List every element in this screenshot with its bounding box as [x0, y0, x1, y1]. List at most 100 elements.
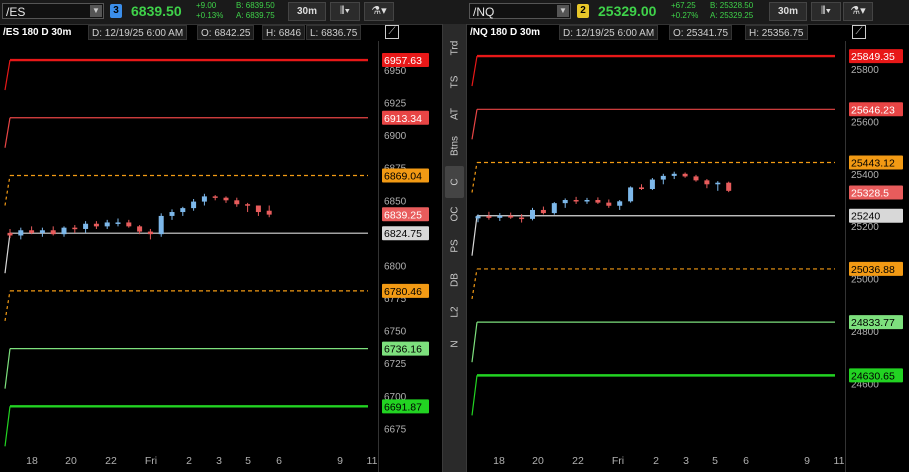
candle-body	[29, 230, 35, 233]
candle-body	[50, 230, 56, 235]
candle-body	[584, 200, 590, 202]
studies-flask-icon[interactable]: ⚗▾	[364, 2, 394, 21]
candle-body	[660, 175, 666, 180]
x-tick-label: 11	[367, 455, 378, 467]
candle-body	[508, 215, 514, 218]
sidebar-tab-label: DB	[449, 273, 460, 287]
level-tag-text: 25443.12	[851, 158, 895, 170]
candle-body	[649, 179, 655, 189]
y-tick-label: 6925	[384, 99, 407, 110]
candle-body	[540, 209, 546, 214]
level-price-tag: 25240	[849, 208, 903, 223]
level-price-tag: 6736.16	[382, 341, 429, 356]
candle-style-icon[interactable]: ⫴▾	[811, 2, 841, 21]
candle-body	[562, 200, 568, 204]
y-tick-label: 6900	[384, 131, 407, 142]
candle-body	[595, 200, 601, 203]
sidebar-tab-ts[interactable]: TS	[445, 66, 464, 98]
level-tag-text: 6736.16	[384, 344, 422, 356]
es-open-field: O: 6842.25	[197, 25, 255, 40]
sidebar-tab-db[interactable]: DB	[445, 264, 464, 296]
nq-ask: A: 25329.25	[710, 11, 754, 20]
level-price-tag: 6839.25	[382, 207, 429, 222]
candle-body	[83, 223, 89, 229]
level-price-tag: 6824.75	[382, 226, 429, 241]
candle-body	[169, 212, 175, 216]
es-price-chart[interactable]: 6950692569006875685068256800677567506725…	[0, 41, 442, 472]
candle-body	[180, 208, 186, 213]
es-change-value: +9.00	[196, 1, 217, 10]
sidebar-tab-label: L2	[449, 306, 460, 318]
candle-body	[475, 216, 481, 219]
level-price-tag: 25328.5	[849, 185, 903, 200]
level-tag-text: 6824.75	[384, 228, 422, 240]
y-tick-label: 25600	[851, 117, 879, 128]
level-price-tag: 25443.12	[849, 155, 903, 170]
es-symbol-input[interactable]: /ES ▼	[2, 3, 104, 19]
nq-chart-header: /NQ 180 D 30m D: 12/19/25 6:00 AM O: 253…	[467, 24, 845, 41]
level-tag-text: 25240	[851, 211, 880, 223]
es-last-price: 6839.50	[131, 3, 182, 19]
candle-body	[126, 222, 132, 227]
sidebar-tab-label: N	[449, 340, 460, 348]
x-tick-label: 9	[804, 455, 810, 467]
sidebar-tab-c[interactable]: C	[445, 166, 464, 198]
candle-body	[486, 216, 492, 218]
candle-body	[639, 187, 644, 189]
candle-body	[61, 227, 67, 235]
nq-last-price: 25329.00	[598, 3, 657, 19]
candle-body	[617, 201, 623, 206]
es-change-pct: +0.13%	[196, 11, 224, 20]
axis-settings-icon[interactable]: ⟋	[852, 25, 866, 39]
x-tick-label: 11	[834, 455, 845, 467]
candle-body	[191, 201, 197, 209]
es-timeframe-button[interactable]: 30m	[288, 2, 326, 21]
sidebar-tab-at[interactable]: AT	[445, 98, 464, 130]
level-tag-text: 6691.87	[384, 401, 422, 413]
candle-body	[530, 209, 535, 219]
sidebar-tab-btns[interactable]: Btns	[445, 130, 464, 162]
x-tick-label: 5	[245, 455, 251, 467]
level-price-tag: 25849.35	[849, 49, 903, 64]
nq-price-chart[interactable]: 2580025600254002520025000248002460018 20 2…	[467, 41, 909, 472]
y-tick-label: 6950	[384, 66, 407, 77]
x-tick-label: 2	[186, 455, 192, 467]
y-tick-label: 25000	[851, 275, 879, 286]
chevron-down-icon[interactable]: ▼	[557, 5, 569, 17]
studies-flask-icon[interactable]: ⚗▾	[843, 2, 873, 21]
level-tag-text: 6869.04	[384, 170, 422, 182]
sidebar-tab-trd[interactable]: Trd	[445, 32, 464, 64]
nq-symbol-input[interactable]: /NQ ▼	[469, 3, 571, 19]
x-tick-label: 18	[26, 455, 38, 467]
level-tag-text: 6957.63	[384, 55, 422, 67]
candle-body	[255, 205, 261, 213]
right-sidebar: Trd TS AT Btns C OC PS DB L2 N	[442, 24, 467, 472]
y-tick-label: 25400	[851, 170, 879, 181]
candle-body	[93, 223, 99, 227]
sidebar-tab-n[interactable]: N	[445, 328, 464, 360]
nq-timeframe-button[interactable]: 30m	[769, 2, 807, 21]
chevron-down-icon[interactable]: ▼	[90, 5, 102, 17]
sidebar-tab-label: PS	[449, 239, 460, 253]
candle-style-icon[interactable]: ⫴▾	[330, 2, 360, 21]
nq-bid-ask: B: 25328.50 A: 25329.25	[710, 1, 753, 21]
candle-body	[72, 227, 78, 230]
level-price-tag: 6780.46	[382, 283, 429, 298]
candle-body	[245, 204, 251, 206]
sidebar-tab-oc[interactable]: OC	[445, 198, 464, 230]
sidebar-tab-label: C	[449, 178, 460, 186]
es-link-badge[interactable]: 3	[110, 4, 122, 18]
sidebar-tab-l2[interactable]: L2	[445, 296, 464, 328]
nq-change-pct: +0.27%	[671, 11, 699, 20]
axis-settings-icon[interactable]: ⟋	[385, 25, 399, 39]
nq-link-badge[interactable]: 2	[577, 4, 589, 18]
nq-chart-pane: /NQ ▼ 2 25329.00 +67.25 +0.27% B: 25328.50…	[467, 0, 909, 472]
candle-body	[497, 215, 503, 218]
sidebar-tab-label: AT	[449, 107, 460, 121]
level-price-tag: 6957.63	[382, 53, 429, 68]
candle-body	[223, 197, 229, 201]
candle-body	[137, 226, 143, 232]
level-tag-text: 25036.88	[851, 264, 895, 276]
nq-date-field: D: 12/19/25 6:00 AM	[559, 25, 659, 40]
sidebar-tab-ps[interactable]: PS	[445, 230, 464, 262]
